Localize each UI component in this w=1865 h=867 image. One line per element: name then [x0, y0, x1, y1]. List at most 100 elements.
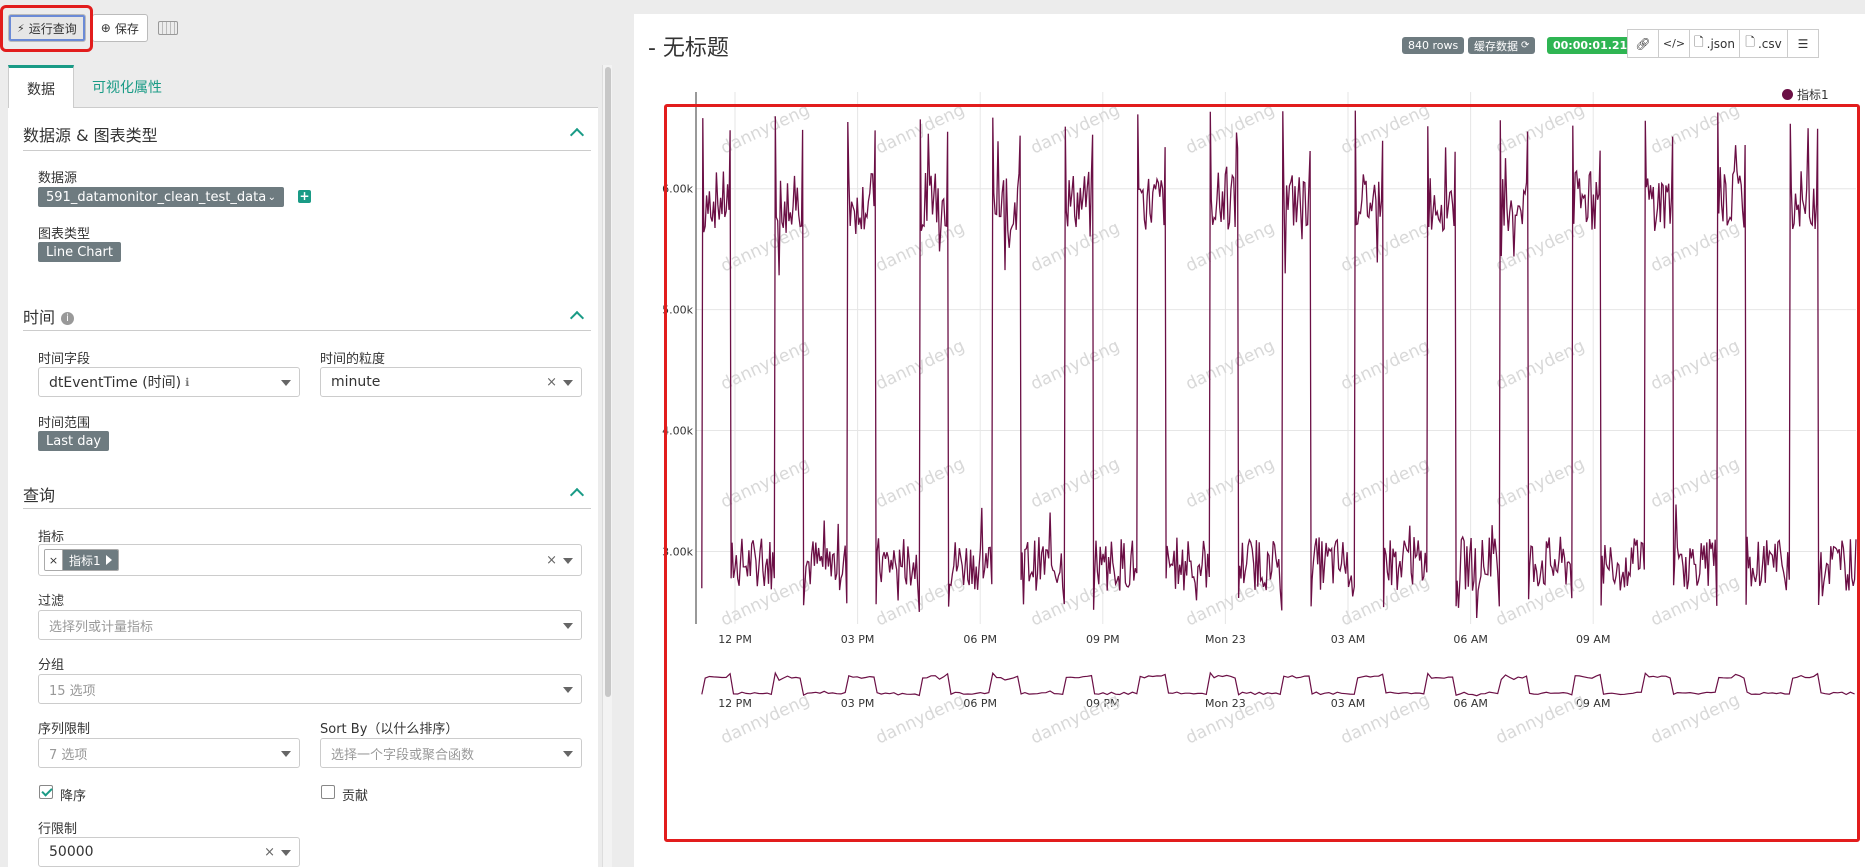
divider: [23, 508, 591, 509]
caret-down-icon: [281, 380, 291, 386]
watermark-text: dannydeng: [1493, 336, 1588, 395]
run-query-button[interactable]: ⚡ 运行查询: [8, 14, 86, 42]
query-section-title[interactable]: 查询: [23, 482, 55, 506]
triangle-right-icon: [105, 555, 112, 565]
query-editor-panel: ⚡ 运行查询 ⊕ 保存 数据 可视化属性 数据源 & 图表类型 数据源 591_…: [0, 0, 620, 867]
chart-panel: - 无标题 840 rows 缓存数据 ⟳ 00:00:01.21 🔗︎ </>…: [634, 14, 1865, 867]
datasource-select[interactable]: 591_datamonitor_clean_test_data ⌄: [38, 187, 284, 207]
contribution-checkbox[interactable]: [321, 785, 335, 799]
watermark-text: dannydeng: [718, 100, 813, 159]
viztype-label: 图表类型: [38, 227, 91, 242]
x-tick-label: 03 PM: [841, 633, 875, 646]
groupby-label: 分组: [38, 658, 65, 673]
metric-tag: × 指标1: [44, 549, 119, 571]
watermark-text: dannydeng: [1028, 454, 1123, 513]
watermark-text: dannydeng: [1493, 218, 1588, 277]
datasource-label: 数据源: [38, 171, 78, 186]
x-tick-label: 09 PM: [1086, 633, 1120, 646]
sortby-label: Sort By（以什么排序）: [320, 722, 459, 737]
scrollbar-thumb[interactable]: [605, 67, 611, 697]
clear-icon[interactable]: ×: [546, 553, 557, 568]
plus-circle-icon: ⊕: [100, 21, 111, 35]
collapse-icon[interactable]: [569, 127, 585, 143]
y-tick-label: 6.00k: [662, 183, 693, 196]
time-range-label: 时间范围: [38, 416, 91, 431]
watermark-text: dannydeng: [718, 336, 813, 395]
panel-scrollbar[interactable]: [602, 65, 612, 867]
watermark-text: dannydeng: [1338, 218, 1433, 277]
watermark-text: dannydeng: [1338, 336, 1433, 395]
descending-checkbox[interactable]: [39, 785, 53, 799]
watermark-text: dannydeng: [1338, 100, 1433, 159]
caret-down-icon: [563, 623, 573, 629]
watermark-text: dannydeng: [1028, 218, 1123, 277]
row-limit-label: 行限制: [38, 822, 78, 837]
watermark-text: dannydeng: [1648, 454, 1743, 513]
brush-x-tick-label: 06 PM: [963, 697, 997, 710]
time-field-label: 时间字段: [38, 352, 91, 367]
time-grain-label: 时间的粒度: [320, 352, 386, 367]
y-tick-label: 5.00k: [662, 304, 693, 317]
watermark-text: dannydeng: [718, 218, 813, 277]
watermark-text: dannydeng: [1028, 690, 1123, 749]
series-limit-select[interactable]: 7 选项: [38, 738, 300, 768]
bolt-icon: ⚡: [17, 21, 25, 35]
editor-tabs: 数据 可视化属性: [8, 65, 598, 109]
brush-x-tick-label: 03 AM: [1331, 697, 1366, 710]
divider: [23, 150, 591, 151]
data-tab-content: 数据源 & 图表类型 数据源 591_datamonitor_clean_tes…: [8, 108, 598, 867]
y-tick-label: 4.00k: [662, 425, 693, 438]
groupby-select[interactable]: 15 选项: [38, 674, 582, 704]
info-icon: i: [61, 312, 75, 325]
brush-x-tick-label: 03 PM: [841, 697, 875, 710]
time-grain-select[interactable]: minute ×: [320, 367, 582, 397]
sortby-select[interactable]: 选择一个字段或聚合函数: [320, 738, 582, 768]
y-tick-label: 3.00k: [662, 545, 693, 558]
tab-data[interactable]: 数据: [8, 65, 74, 109]
keyboard-icon[interactable]: [157, 21, 178, 35]
caret-down-icon: [563, 558, 573, 564]
caret-down-icon: [563, 687, 573, 693]
x-tick-label: 03 AM: [1331, 633, 1366, 646]
clear-icon[interactable]: ×: [546, 375, 557, 390]
watermark-text: dannydeng: [1648, 100, 1743, 159]
watermark-text: dannydeng: [873, 690, 968, 749]
watermark-text: dannydeng: [1183, 218, 1278, 277]
descending-label: 降序: [60, 789, 87, 804]
info-icon: ℹ: [185, 375, 190, 389]
collapse-icon[interactable]: [569, 310, 585, 326]
filter-label: 过滤: [38, 594, 65, 609]
remove-tag-icon[interactable]: ×: [45, 550, 63, 570]
viztype-select[interactable]: Line Chart: [38, 242, 121, 262]
caret-down-icon: [281, 850, 291, 856]
save-button[interactable]: ⊕ 保存: [91, 14, 148, 42]
brush-x-tick-label: 06 AM: [1453, 697, 1488, 710]
time-section-title[interactable]: 时间 i: [23, 304, 75, 328]
metric-select[interactable]: × 指标1 ×: [38, 544, 582, 576]
divider: [23, 330, 591, 331]
watermark-text: dannydeng: [1183, 454, 1278, 513]
line-chart[interactable]: 3.00k 4.00k 5.00k 6.00k 12 PM 12 PM 03 PM 03 PM…: [634, 14, 1865, 867]
watermark-text: dannydeng: [1648, 218, 1743, 277]
watermark-text: dannydeng: [1183, 100, 1278, 159]
tab-viz-properties[interactable]: 可视化属性: [74, 65, 180, 108]
datasource-section-title[interactable]: 数据源 & 图表类型: [23, 122, 158, 146]
watermark-text: dannydeng: [1183, 336, 1278, 395]
caret-down-icon: [281, 751, 291, 757]
x-tick-label: 06 PM: [963, 633, 997, 646]
collapse-icon[interactable]: [569, 487, 585, 503]
watermark-text: dannydeng: [1338, 454, 1433, 513]
watermark-text: dannydeng: [873, 572, 968, 631]
time-range-select[interactable]: Last day: [38, 431, 110, 451]
row-limit-select[interactable]: 50000 ×: [38, 837, 300, 867]
watermark-text: dannydeng: [718, 454, 813, 513]
clear-icon[interactable]: ×: [264, 845, 275, 860]
metric-tag-value[interactable]: 指标1: [63, 550, 118, 570]
filter-select[interactable]: 选择列或计量指标: [38, 610, 582, 640]
add-datasource-icon[interactable]: +: [298, 190, 311, 203]
watermark-text: dannydeng: [1648, 572, 1743, 631]
chevron-down-icon: ⌄: [267, 191, 276, 203]
brush-x-tick-label: 12 PM: [718, 697, 752, 710]
time-field-select[interactable]: dtEventTime (时间) ℹ: [38, 367, 300, 397]
x-tick-label: Mon 23: [1205, 633, 1246, 646]
